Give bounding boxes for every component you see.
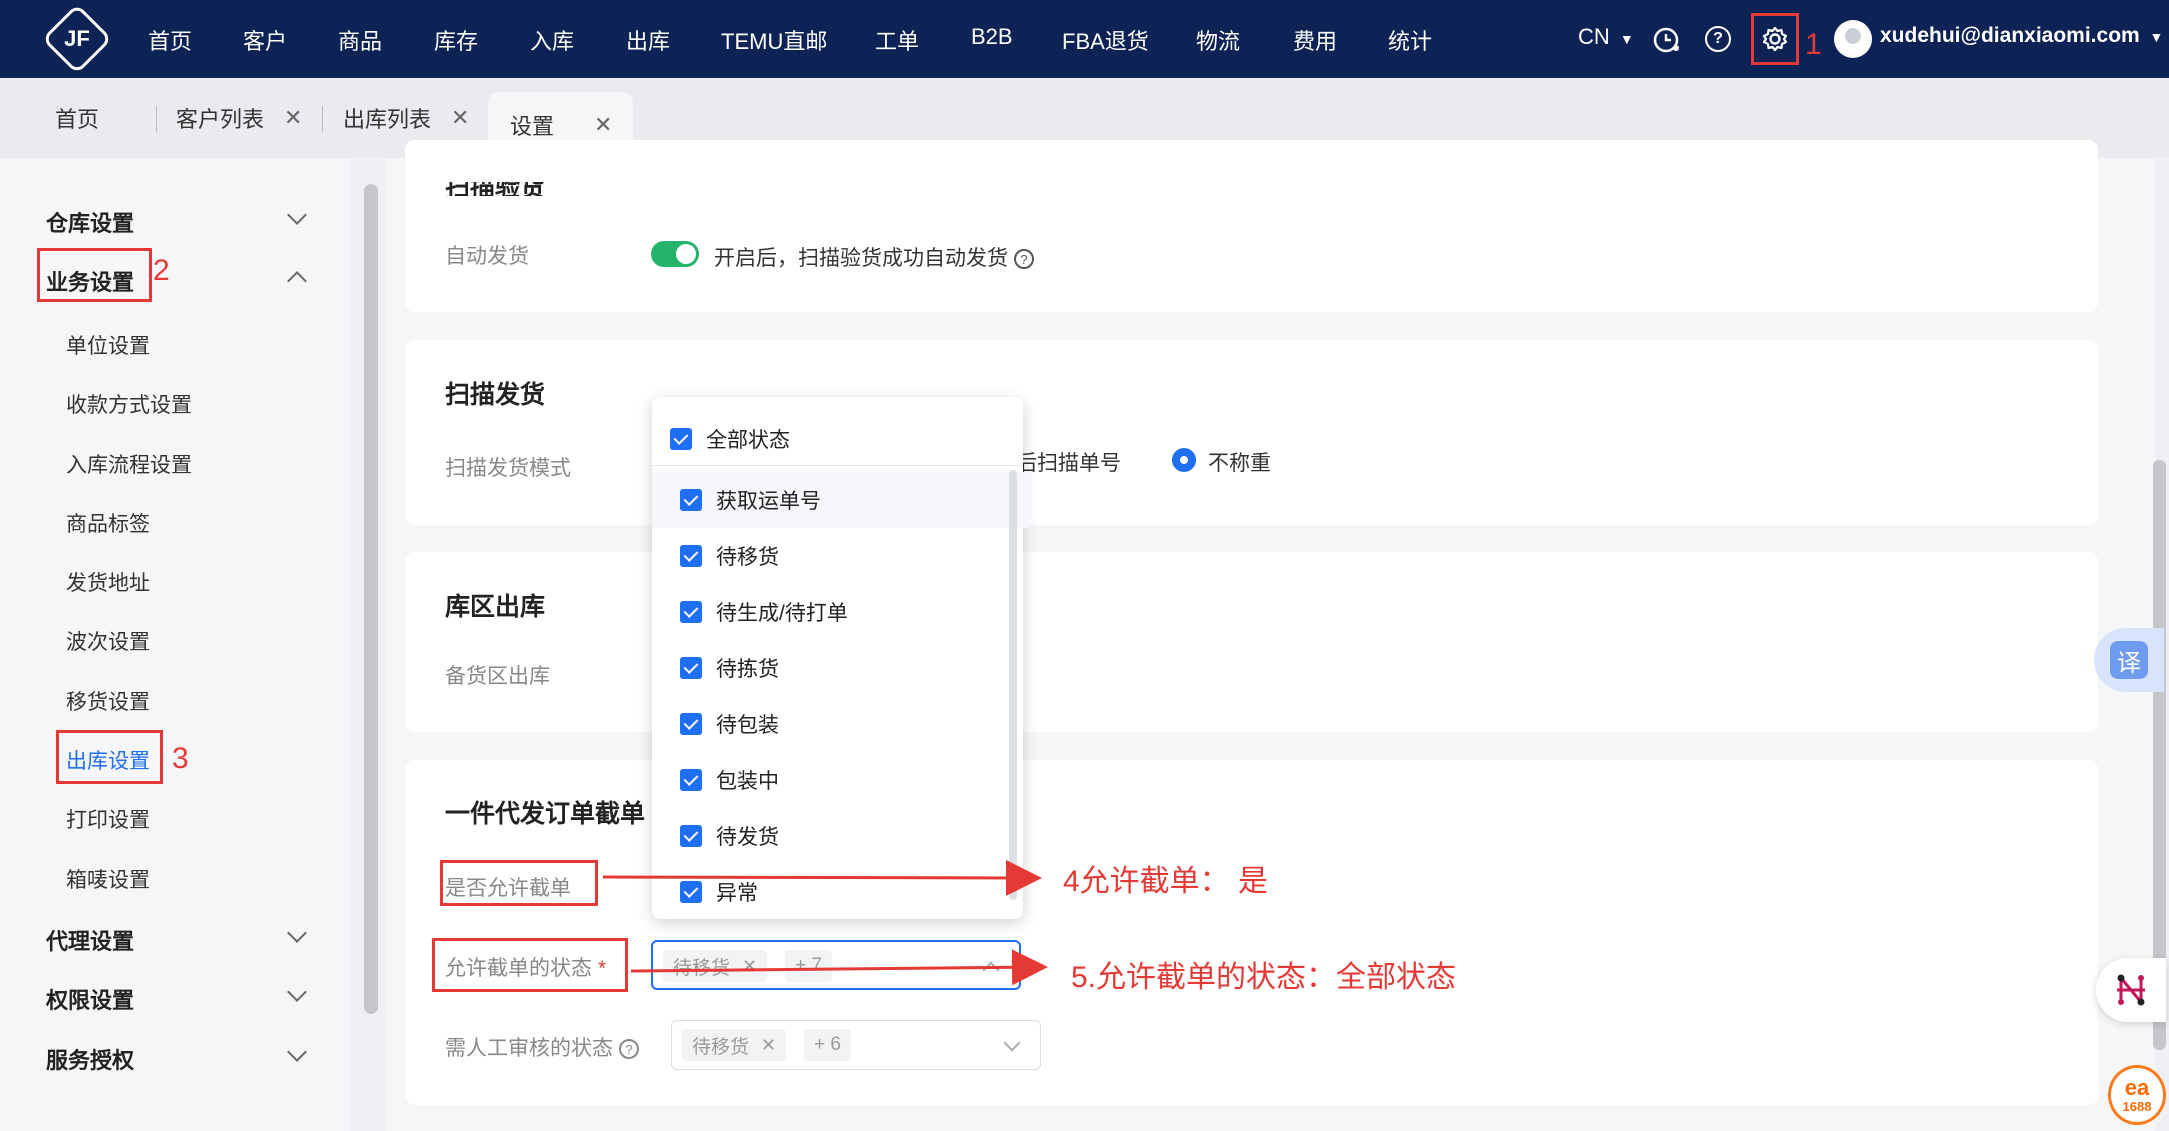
translate-icon: 译 [2110, 641, 2148, 679]
network-plugin-button[interactable] [2096, 958, 2166, 1022]
badge-logo-icon: ea [2124, 1074, 2150, 1100]
annotation-4: 4允许截单： 是 [1063, 865, 1269, 898]
badge-label: 1688 [2122, 1098, 2152, 1114]
arrow-5 [630, 949, 1048, 986]
translate-button[interactable]: 译 [2094, 628, 2164, 692]
annotation-5: 5.允许截单的状态：全部状态 [1071, 961, 1457, 994]
alibaba-1688-badge[interactable]: ea 1688 [2108, 1065, 2166, 1125]
network-icon [2117, 974, 2145, 1006]
arrow-4 [602, 859, 1042, 896]
